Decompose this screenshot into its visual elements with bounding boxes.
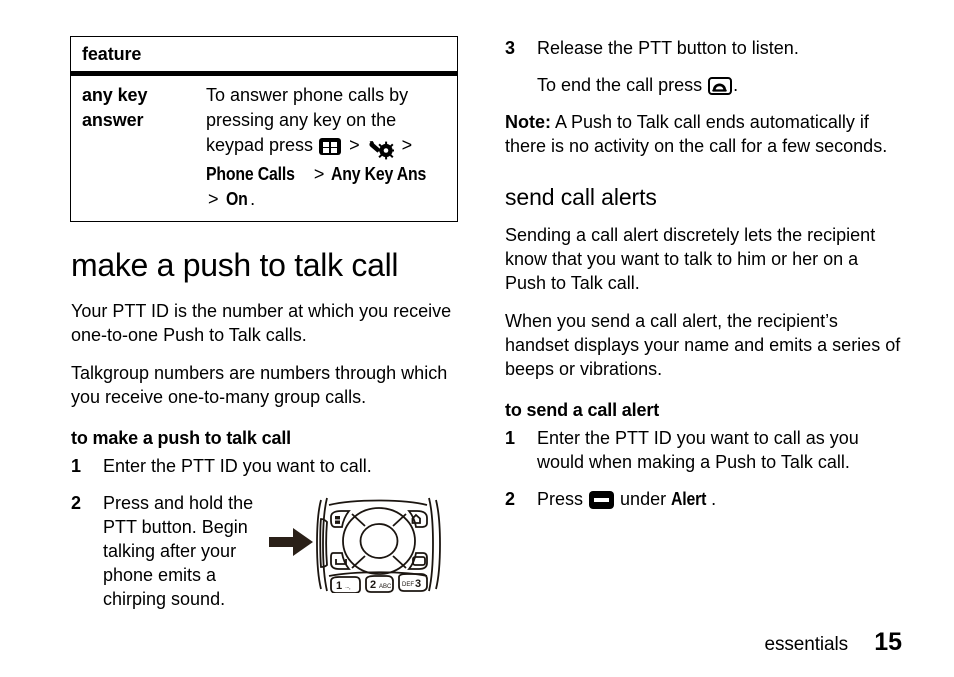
feature-row-label: any key answer	[82, 83, 206, 212]
note-block: Note: A Push to Talk call ends automatic…	[505, 110, 902, 158]
end-call-period: .	[733, 75, 739, 95]
footer-page-number: 15	[874, 628, 902, 656]
manual-page: feature any key answer To answer phone c…	[0, 0, 954, 677]
menu-path-item-3: On	[225, 189, 248, 209]
phone-keypad-illustration: 1 ·-, 2 ABC DEF 3	[269, 497, 445, 595]
end-call-instruction-text: To end the call press	[537, 75, 703, 95]
press-label: Press	[537, 489, 584, 510]
list-item: 2 Press and hold the PTT button. Begin t…	[70, 491, 462, 611]
table-row: any key answer To answer phone calls by …	[71, 76, 457, 221]
menu-path-item-2: Any Key Ans	[331, 164, 427, 184]
footer-chapter-name: essentials	[764, 634, 849, 655]
svg-text:ABC: ABC	[379, 584, 392, 590]
svg-text:·-,: ·-,	[345, 585, 351, 591]
step-text: Press under Alert.	[537, 487, 902, 511]
svg-text:3: 3	[415, 578, 421, 590]
list-item: 1 Enter the PTT ID you want to call.	[70, 454, 462, 478]
alerts-paragraph-2: When you send a call alert, the recipien…	[505, 311, 901, 380]
list-item: 1 Enter the PTT ID you want to call as y…	[504, 426, 902, 474]
intro-paragraph-2: Talkgroup numbers are numbers through wh…	[71, 363, 448, 408]
step-number: 1	[71, 456, 82, 477]
step-text: Release the PTT button to listen.	[537, 38, 799, 58]
soft-key-icon	[589, 491, 615, 510]
note-text: A Push to Talk call ends automatically i…	[505, 112, 888, 156]
step-text: Enter the PTT ID you want to call.	[103, 456, 372, 477]
path-separator-3: >	[313, 164, 325, 184]
step-number: 2	[505, 489, 516, 510]
intro-paragraph-1: Your PTT ID is the number at which you r…	[71, 301, 452, 346]
right-column: 3 Release the PTT button to listen. To e…	[504, 36, 902, 524]
menu-path-period: .	[250, 189, 256, 209]
step-text: Enter the PTT ID you want to call as you…	[537, 428, 859, 473]
alert-softkey-label: Alert	[671, 489, 707, 510]
svg-text:2: 2	[370, 579, 376, 591]
end-call-icon	[708, 77, 733, 95]
under-label: under	[620, 489, 667, 510]
step-number: 3	[505, 38, 516, 58]
feature-row-label-line1: any key	[82, 85, 148, 105]
path-separator-2: >	[401, 135, 413, 155]
feature-table-header: feature	[82, 44, 142, 64]
alerts-paragraph-1: Sending a call alert discretely lets the…	[505, 225, 876, 294]
path-separator-4: >	[208, 189, 219, 209]
section-heading-send-call-alerts: send call alerts	[505, 184, 657, 210]
subsection-heading-make-call: to make a push to talk call	[71, 428, 292, 449]
list-item: 3 Release the PTT button to listen.	[504, 36, 902, 60]
list-item: 2 Press under Alert.	[504, 487, 902, 511]
alert-period: .	[711, 489, 717, 510]
svg-text:1: 1	[336, 580, 342, 592]
path-separator-1: >	[349, 135, 360, 155]
page-footer: essentials 15	[765, 628, 903, 657]
step-number: 1	[505, 428, 516, 449]
menu-path-item-1: Phone Calls	[206, 164, 295, 184]
svg-text:DEF: DEF	[402, 582, 414, 588]
left-column: feature any key answer To answer phone c…	[70, 36, 462, 624]
right-arrow-icon	[269, 528, 313, 557]
step-subtext: To end the call press .	[537, 73, 902, 97]
feature-row-label-line2: answer	[82, 110, 144, 130]
page-title: make a push to talk call	[71, 247, 399, 283]
subsection-heading-send-alert: to send a call alert	[505, 400, 660, 421]
tools-icon	[368, 137, 395, 162]
menu-icon	[319, 138, 342, 155]
note-label: Note:	[505, 112, 551, 132]
feature-row-description: To answer phone calls by pressing any ke…	[206, 83, 449, 212]
step-number: 2	[71, 493, 82, 514]
feature-table: feature any key answer To answer phone c…	[70, 36, 458, 222]
step-text: Press and hold the PTT button. Begin tal…	[103, 493, 254, 610]
